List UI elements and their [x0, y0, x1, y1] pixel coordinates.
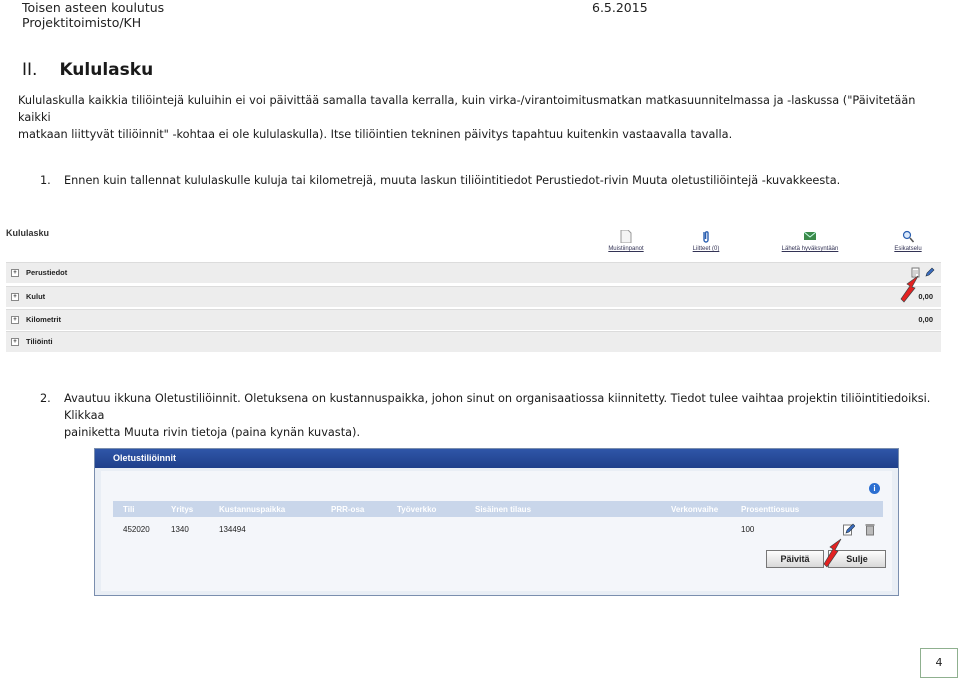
expand-icon[interactable]: + — [11, 316, 19, 324]
cell-yritys: 1340 — [171, 525, 189, 534]
section-title-text: Kululasku — [59, 60, 154, 80]
toolbar-send-approval-label: Lähetä hyväksyntään — [781, 246, 839, 252]
step-1-text: Ennen kuin tallennat kululaskulle kuluja… — [64, 174, 841, 187]
header-unit: Projektitoimisto/KH — [22, 15, 142, 30]
step-1-number: 1. — [40, 174, 51, 187]
expand-icon[interactable]: + — [11, 293, 19, 301]
document-icon — [620, 230, 632, 243]
expand-icon[interactable]: + — [11, 338, 19, 346]
red-arrow-pointer — [823, 538, 842, 568]
row-kilometrit-label: Kilometrit — [26, 315, 62, 324]
column-header: Työverkko — [397, 505, 437, 514]
row-kilometrit-value: 0,00 — [918, 315, 933, 324]
intro-paragraph: Kululaskulla kaikkia tiliöintejä kuluihi… — [18, 92, 943, 143]
column-header: Yritys — [171, 505, 194, 514]
column-header: Prosenttiosuus — [741, 505, 800, 514]
row-perustiedot-label: Perustiedot — [26, 268, 68, 277]
table-header: Tili Yritys Kustannuspaikka PRR-osa Työv… — [113, 501, 883, 517]
row-tiliointi[interactable]: + Tiliöinti — [6, 331, 941, 352]
magnifier-icon — [902, 230, 914, 243]
column-header: Tili — [123, 505, 135, 514]
cell-kustannuspaikka: 134494 — [219, 525, 246, 534]
row-kilometrit[interactable]: + Kilometrit 0,00 — [6, 309, 941, 330]
trash-icon[interactable] — [865, 523, 875, 536]
page-number: 4 — [920, 648, 958, 678]
help-icon[interactable]: i — [869, 483, 880, 494]
toolbar-notes-label: Muistiinpanot — [608, 246, 644, 252]
edit-row-pencil-icon[interactable] — [843, 523, 855, 536]
header-org: Toisen asteen koulutus — [22, 0, 165, 15]
send-icon — [804, 231, 816, 240]
section-title: II. Kululasku — [22, 60, 153, 80]
cell-tili: 452020 — [123, 525, 150, 534]
header-date: 6.5.2015 — [592, 0, 648, 15]
toolbar-send-approval[interactable]: Lähetä hyväksyntään — [780, 230, 840, 252]
toolbar-attachments[interactable]: Liitteet (0) — [676, 230, 736, 252]
pencil-icon[interactable] — [925, 267, 935, 278]
dialog-title: Oletustiliöinnit — [113, 453, 176, 463]
row-tiliointi-label: Tiliöinti — [26, 337, 53, 346]
step-2-line-2: painiketta Muuta rivin tietoja (paina ky… — [64, 426, 361, 439]
column-header: Sisäinen tilaus — [475, 505, 532, 514]
row-kulut-label: Kulut — [26, 292, 46, 301]
section-number: II. — [22, 60, 38, 80]
step-2-number: 2. — [40, 392, 51, 405]
toolbar-notes[interactable]: Muistiinpanot — [596, 230, 656, 252]
paperclip-icon — [703, 231, 709, 243]
intro-line-1: Kululaskulla kaikkia tiliöintejä kuluihi… — [18, 94, 916, 124]
step-2: 2. Avautuu ikkuna Oletustiliöinnit. Olet… — [40, 390, 940, 441]
step-2-line-1: Avautuu ikkuna Oletustiliöinnit. Oletuks… — [64, 392, 931, 422]
dialog-titlebar: Oletustiliöinnit — [95, 449, 898, 468]
toolbar-preview-label: Esikatselu — [894, 246, 922, 252]
row-perustiedot[interactable]: + Perustiedot — [6, 262, 941, 283]
column-header: PRR-osa — [331, 505, 365, 514]
dialog-oletustilioinnit: Oletustiliöinnit i Tili Yritys Kustannus… — [94, 448, 899, 596]
column-header: Kustannuspaikka — [219, 505, 286, 514]
row-kulut[interactable]: + Kulut 0,00 — [6, 286, 941, 307]
dialog-body: i Tili Yritys Kustannuspaikka PRR-osa Ty… — [101, 471, 892, 591]
column-header: Verkonvaihe — [671, 505, 719, 514]
update-button[interactable]: Päivitä — [766, 550, 824, 568]
red-arrow-pointer — [900, 275, 919, 303]
intro-line-2: matkaan liittyvät tiliöinnit" -kohtaa ei… — [18, 128, 733, 141]
table-row: 452020 1340 134494 100 — [113, 521, 883, 539]
kululasku-title: Kululasku — [6, 228, 50, 238]
expand-icon[interactable]: + — [11, 269, 19, 277]
step-1: 1. Ennen kuin tallennat kululaskulle kul… — [40, 172, 940, 189]
screenshot-kululasku: Kululasku Muistiinpanot Liitteet (0) Läh… — [4, 222, 941, 352]
toolbar-preview[interactable]: Esikatselu — [878, 230, 938, 252]
toolbar-attachments-label: Liitteet (0) — [692, 246, 720, 252]
row-kulut-value: 0,00 — [918, 292, 933, 301]
cell-prosenttiosuus: 100 — [741, 525, 755, 534]
